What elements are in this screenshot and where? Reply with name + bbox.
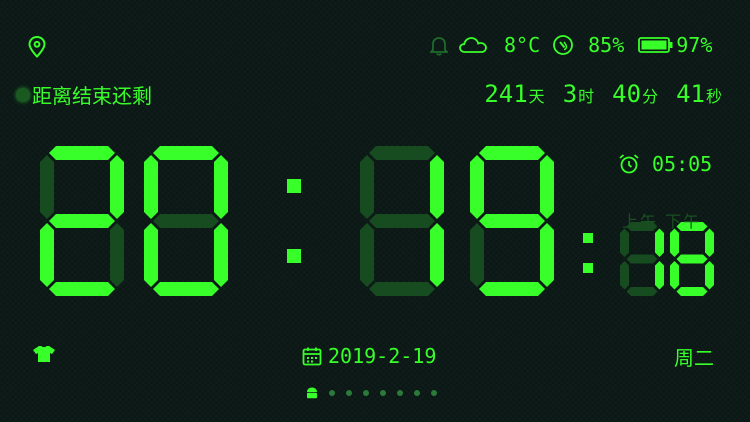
countdown-seconds-unit: 秒 <box>705 87 722 106</box>
segment-d <box>49 282 115 296</box>
segment-b <box>430 155 444 219</box>
segment-f <box>144 155 158 219</box>
page-dot[interactable] <box>329 390 335 396</box>
segment-e <box>670 261 679 290</box>
countdown-values: 241 天 3 时 40 分 41 秒 <box>484 80 722 108</box>
countdown-seconds: 41 <box>676 80 705 108</box>
battery-icon <box>638 35 674 55</box>
digit-second-ones <box>670 222 714 296</box>
segment-c <box>214 223 228 287</box>
countdown-days: 241 <box>484 80 528 108</box>
bell-icon[interactable] <box>430 34 448 56</box>
digit-hour-ones <box>144 146 228 296</box>
theme-shirt-icon[interactable] <box>32 344 56 368</box>
segment-c <box>655 261 664 290</box>
countdown-hours: 3 <box>562 80 578 108</box>
page-dot[interactable] <box>431 390 437 396</box>
calendar-icon <box>302 346 322 366</box>
date-display: 2019-2-19 <box>302 344 436 368</box>
segment-a <box>369 146 435 160</box>
segment-c <box>705 261 714 290</box>
segment-e <box>620 261 629 290</box>
segment-f <box>360 155 374 219</box>
temperature-value: 8°C <box>504 33 541 57</box>
page-dot[interactable] <box>414 390 420 396</box>
page-dot[interactable] <box>397 390 403 396</box>
countdown-label-text: 距离结束还剩 <box>32 84 152 108</box>
segment-g <box>676 254 708 264</box>
digit-hour-tens <box>40 146 124 296</box>
segment-e <box>470 223 484 287</box>
page-dot[interactable] <box>363 390 369 396</box>
segment-g <box>153 214 219 228</box>
battery-value: 97% <box>676 33 713 57</box>
segment-g <box>49 214 115 228</box>
alarm-time: 05:05 <box>652 152 713 176</box>
alarm[interactable]: 05:05 <box>618 152 712 176</box>
segment-d <box>479 282 545 296</box>
countdown-indicator <box>16 87 30 102</box>
digit-second-tens <box>620 222 664 296</box>
segment-b <box>655 228 664 257</box>
segment-f <box>40 155 54 219</box>
segment-a <box>479 146 545 160</box>
segment-e <box>360 223 374 287</box>
date-text: 2019-2-19 <box>328 344 437 368</box>
segment-d <box>676 287 708 296</box>
segment-g <box>479 214 545 228</box>
segment-d <box>153 282 219 296</box>
segment-f <box>670 228 679 257</box>
segment-a <box>49 146 115 160</box>
minute-second-colon <box>583 233 593 243</box>
countdown-minutes-unit: 分 <box>642 87 659 106</box>
countdown-days-unit: 天 <box>528 87 545 106</box>
segment-d <box>626 287 658 296</box>
segment-a <box>153 146 219 160</box>
segment-b <box>540 155 554 219</box>
location-icon[interactable] <box>28 36 46 58</box>
segment-f <box>620 228 629 257</box>
status-bar: 8°C 85% 97% <box>430 30 712 60</box>
segment-b <box>110 155 124 219</box>
page-dot[interactable] <box>380 390 386 396</box>
segment-f <box>470 155 484 219</box>
humidity-value: 85% <box>588 33 625 57</box>
hour-minute-colon <box>287 179 301 193</box>
digit-minute-ones <box>470 146 554 296</box>
segment-c <box>110 223 124 287</box>
segment-e <box>144 223 158 287</box>
segment-c <box>430 223 444 287</box>
android-icon <box>306 386 318 400</box>
segment-c <box>540 223 554 287</box>
segment-g <box>626 254 658 264</box>
digit-minute-tens <box>360 146 444 296</box>
cloud-icon <box>458 35 488 55</box>
segment-b <box>705 228 714 257</box>
alarm-clock-icon <box>618 153 640 175</box>
countdown-minutes: 40 <box>612 80 642 108</box>
humidity-gauge-icon <box>552 34 574 56</box>
countdown-hours-unit: 时 <box>578 87 595 106</box>
minute-second-colon <box>583 263 593 273</box>
page-indicator <box>306 386 437 400</box>
segment-g <box>369 214 435 228</box>
weekday: 周二 <box>674 346 714 370</box>
segment-d <box>369 282 435 296</box>
hour-minute-colon <box>287 249 301 263</box>
segment-b <box>214 155 228 219</box>
countdown-label: 距离结束还剩 <box>16 80 152 109</box>
segment-e <box>40 223 54 287</box>
page-dot[interactable] <box>346 390 352 396</box>
am-pm-indicator: 上午 下午 <box>622 212 702 231</box>
